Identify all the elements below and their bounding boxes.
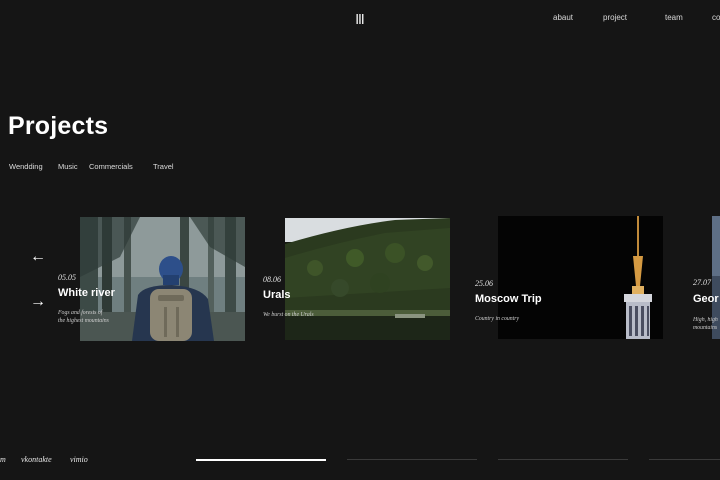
nav-item-team[interactable]: team (665, 13, 683, 22)
slider-progress-segment[interactable] (347, 459, 477, 460)
card-title[interactable]: Moscow Trip (475, 293, 542, 305)
filter-music[interactable]: Music (58, 162, 78, 171)
logo-icon[interactable] (356, 14, 364, 24)
social-link-partial[interactable]: m (0, 455, 6, 464)
prev-arrow-icon[interactable]: ← (30, 249, 46, 265)
page-title: Projects (8, 112, 109, 140)
card-description: Country in country (475, 316, 520, 322)
card-date: 27.07 (693, 278, 711, 287)
slider-progress-active[interactable] (196, 459, 326, 461)
nav-item-about[interactable]: abaut (553, 13, 573, 22)
card-description: Fogs and forests of the highest mountain… (58, 310, 109, 324)
card-date: 08.06 (263, 275, 281, 284)
card-date: 05.05 (58, 273, 76, 282)
card-title[interactable]: Urals (263, 289, 291, 301)
filter-wedding[interactable]: Wendding (9, 162, 43, 171)
slider-progress-segment[interactable] (498, 459, 628, 460)
card-description: We burst on the Urals (263, 312, 314, 318)
next-arrow-icon[interactable]: → (30, 294, 46, 310)
card-title[interactable]: White river (58, 287, 115, 299)
filter-travel[interactable]: Travel (153, 162, 174, 171)
lake-forest-image (285, 218, 450, 340)
nav-item-project[interactable]: project (603, 13, 627, 22)
filter-commercials[interactable]: Commercials (89, 162, 133, 171)
card-image-urals[interactable] (285, 218, 450, 340)
card-date: 25.06 (475, 279, 493, 288)
slider-progress-segment[interactable] (649, 459, 720, 460)
nav-item-contact[interactable]: co (712, 13, 720, 22)
social-link-vimio[interactable]: vimio (70, 455, 88, 464)
card-description: High, high mountains (693, 317, 718, 331)
social-link-vkontakte[interactable]: vkontakte (21, 455, 52, 464)
card-title[interactable]: Geor (693, 293, 720, 305)
